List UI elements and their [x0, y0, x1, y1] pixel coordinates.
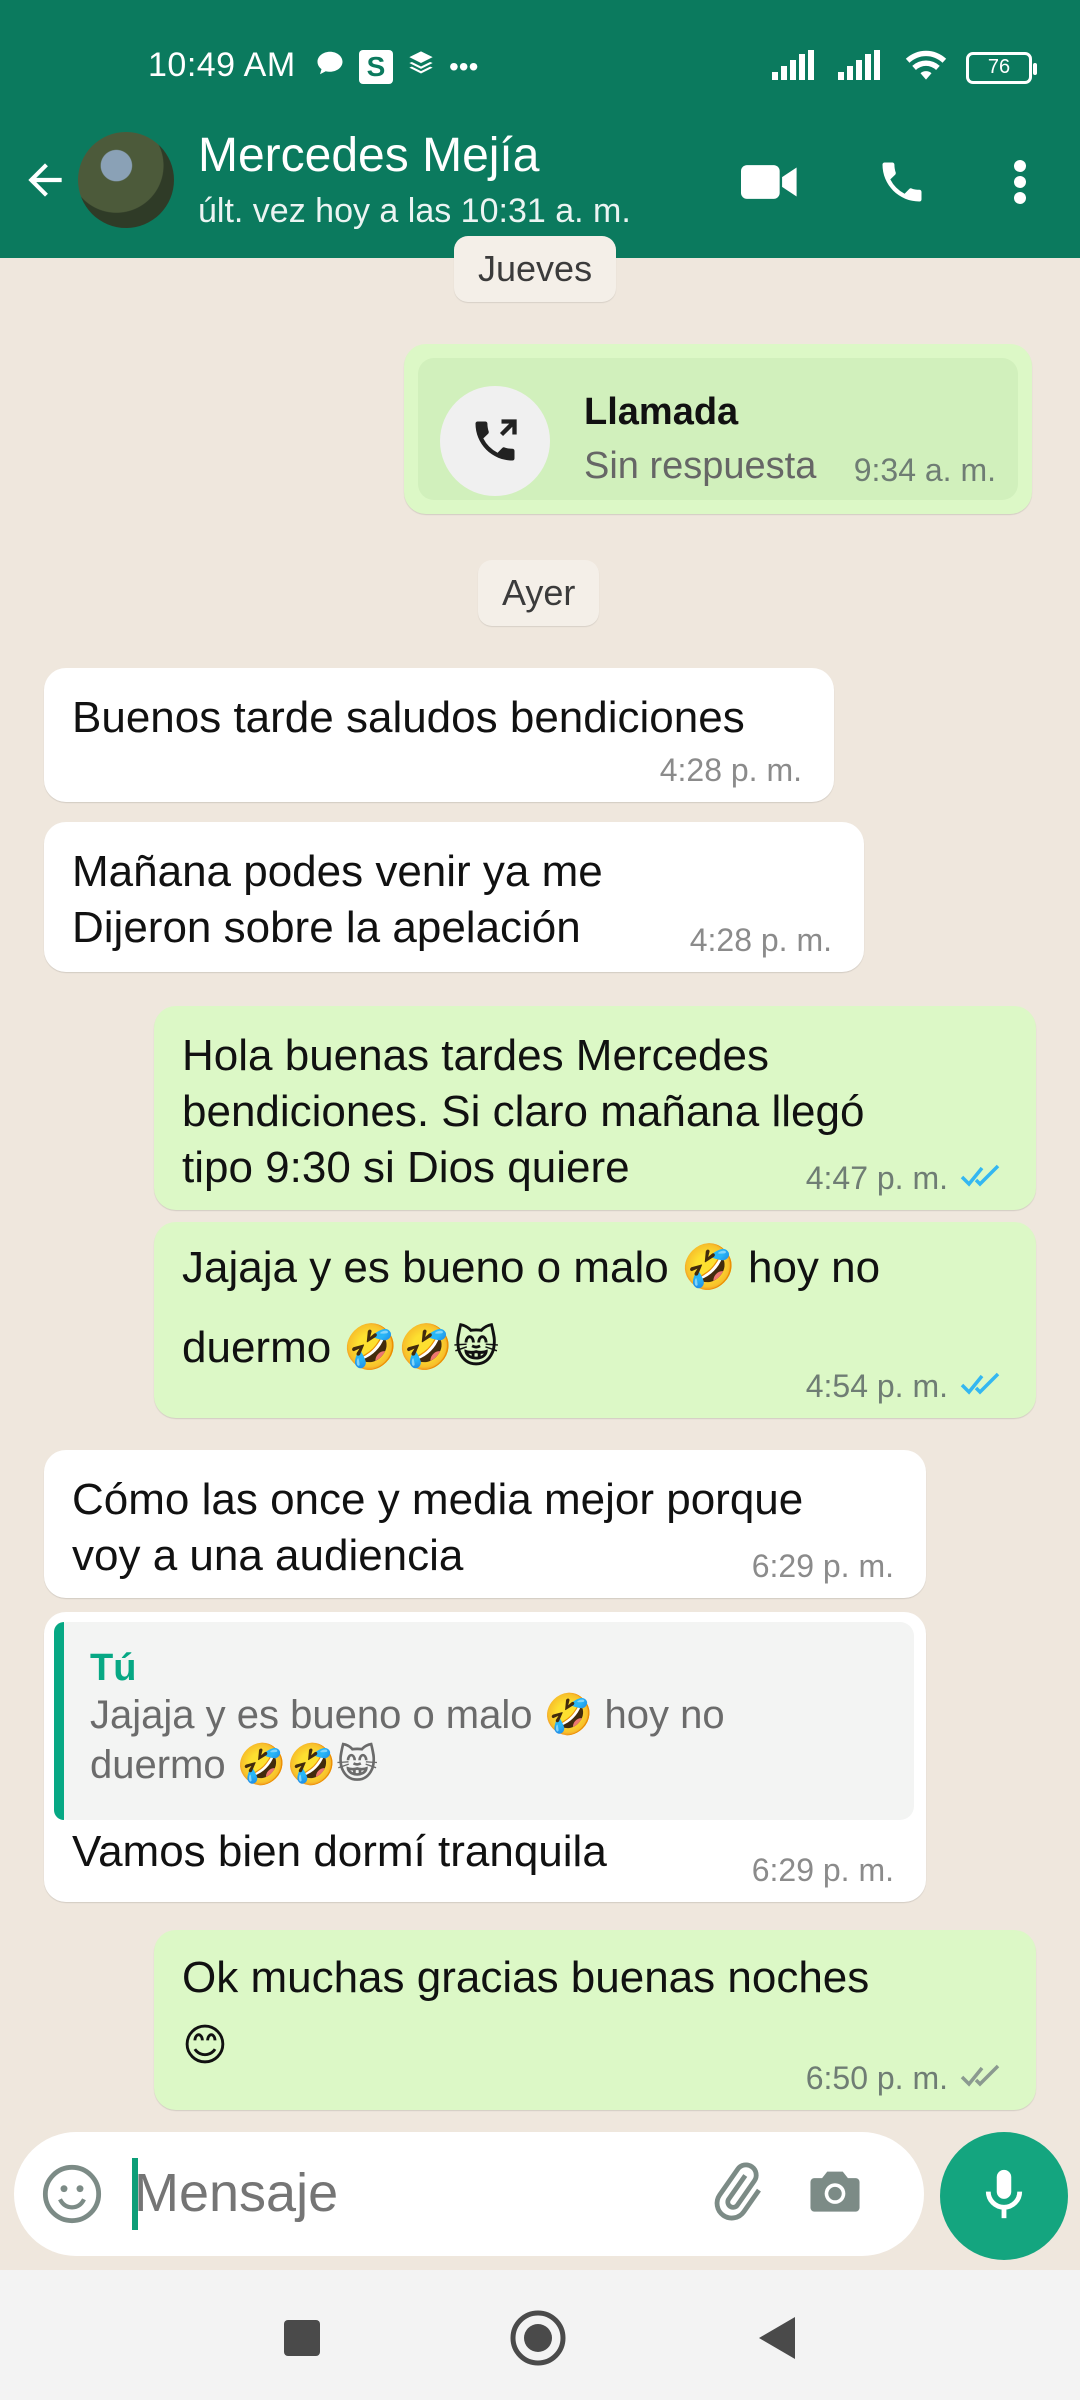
call-time: 9:34 a. m. [854, 452, 996, 488]
message-time: 4:54 p. m. [806, 1368, 1004, 1404]
chat-area[interactable]: Jueves Llamada Sin respuesta 9:34 a. m. … [0, 236, 1080, 2128]
more-options-icon[interactable] [988, 150, 1052, 214]
message-time: 6:29 p. m. [752, 1548, 894, 1584]
back-triangle-icon[interactable] [746, 2308, 806, 2368]
status-system-icons: 76 [772, 48, 1037, 87]
status-bar: 10:49 AM S ••• 76 [0, 0, 1080, 140]
voice-record-button[interactable] [940, 2132, 1068, 2260]
outgoing-message[interactable]: Ok muchas gracias buenas noches 😊 6:50 p… [154, 1930, 1036, 2110]
timestamp: 6:29 p. m. [751, 1548, 894, 1584]
voice-call-icon[interactable] [870, 150, 934, 214]
camera-icon[interactable] [804, 2160, 872, 2228]
call-message[interactable]: Llamada Sin respuesta 9:34 a. m. [404, 344, 1032, 514]
more-notifications-icon: ••• [449, 50, 479, 82]
chat-bubble-icon [315, 48, 345, 85]
outgoing-message[interactable]: Jajaja y es bueno o malo 🤣 hoy no duermo… [154, 1222, 1036, 1418]
quote-accent-bar [54, 1622, 64, 1820]
home-circle-icon[interactable] [508, 2308, 568, 2368]
call-title: Llamada [584, 391, 739, 433]
delivered-double-check-icon [960, 2060, 1004, 2096]
timestamp: 4:47 p. m. [805, 1160, 948, 1196]
incoming-reply-message[interactable]: Tú Jajaja y es bueno o malo 🤣 hoy no due… [44, 1612, 926, 1902]
emoji-icon[interactable] [40, 2162, 104, 2226]
contact-name[interactable]: Mercedes Mejía [198, 128, 539, 183]
message-time: 6:29 p. m. [752, 1852, 894, 1888]
timestamp: 4:28 p. m. [659, 752, 802, 788]
video-call-icon[interactable] [738, 150, 802, 214]
back-arrow-icon[interactable] [20, 155, 70, 205]
status-time: 10:49 AM [148, 46, 296, 84]
message-input[interactable] [134, 2156, 694, 2230]
contact-avatar[interactable] [78, 132, 174, 228]
call-subtitle: Sin respuesta [584, 445, 817, 487]
signal-icon-2 [838, 50, 886, 85]
top-bar: 10:49 AM S ••• 76 Mercedes Mejía últ. ve… [0, 0, 1080, 258]
read-double-check-icon [960, 1160, 1004, 1196]
incoming-message[interactable]: Cómo las once y media mejor porque voy a… [44, 1450, 926, 1598]
missed-call-icon [440, 386, 550, 496]
wifi-icon [904, 48, 948, 87]
attach-clip-icon[interactable] [704, 2160, 772, 2228]
system-nav-bar [0, 2270, 1080, 2400]
message-time: 4:28 p. m. [690, 922, 832, 958]
call-card[interactable]: Llamada Sin respuesta 9:34 a. m. [418, 358, 1018, 500]
layers-icon [407, 49, 435, 84]
status-notification-icons: S ••• [315, 48, 478, 85]
incoming-message[interactable]: Buenos tarde saludos bendiciones 4:28 p.… [44, 668, 834, 802]
message-time: 6:50 p. m. [806, 2060, 1004, 2096]
s-app-icon: S [359, 49, 393, 84]
timestamp: 4:54 p. m. [805, 1368, 948, 1404]
message-text: Jajaja y es bueno o malo 🤣 hoy no duermo… [182, 1243, 881, 1372]
call-timestamp: 9:34 a. m. [853, 452, 996, 488]
date-chip-ayer: Ayer [478, 560, 600, 626]
date-chip-jueves: Jueves [454, 236, 617, 302]
quote-author: Tú [90, 1647, 137, 1689]
incoming-message[interactable]: Mañana podes venir ya me Dijeron sobre l… [44, 822, 864, 972]
timestamp: 6:50 p. m. [805, 2060, 948, 2096]
message-text: Buenos tarde saludos bendiciones [72, 693, 745, 742]
quoted-message[interactable]: Tú Jajaja y es bueno o malo 🤣 hoy no due… [54, 1622, 914, 1820]
timestamp: 6:29 p. m. [751, 1852, 894, 1888]
timestamp: 4:28 p. m. [689, 922, 832, 958]
signal-icon [772, 50, 820, 85]
recents-square-icon[interactable] [272, 2308, 332, 2368]
last-seen-status[interactable]: últ. vez hoy a las 10:31 a. m. [198, 192, 631, 231]
message-time: 4:28 p. m. [660, 752, 802, 788]
message-time: 4:47 p. m. [806, 1160, 1004, 1196]
battery-icon: 76 [966, 51, 1037, 84]
read-double-check-icon [960, 1368, 1004, 1404]
message-composer[interactable] [14, 2132, 924, 2256]
quote-text: Jajaja y es bueno o malo 🤣 hoy no duermo… [90, 1693, 725, 1787]
microphone-icon [975, 2165, 1033, 2228]
outgoing-message[interactable]: Hola buenas tardes Mercedes bendiciones.… [154, 1006, 1036, 1210]
